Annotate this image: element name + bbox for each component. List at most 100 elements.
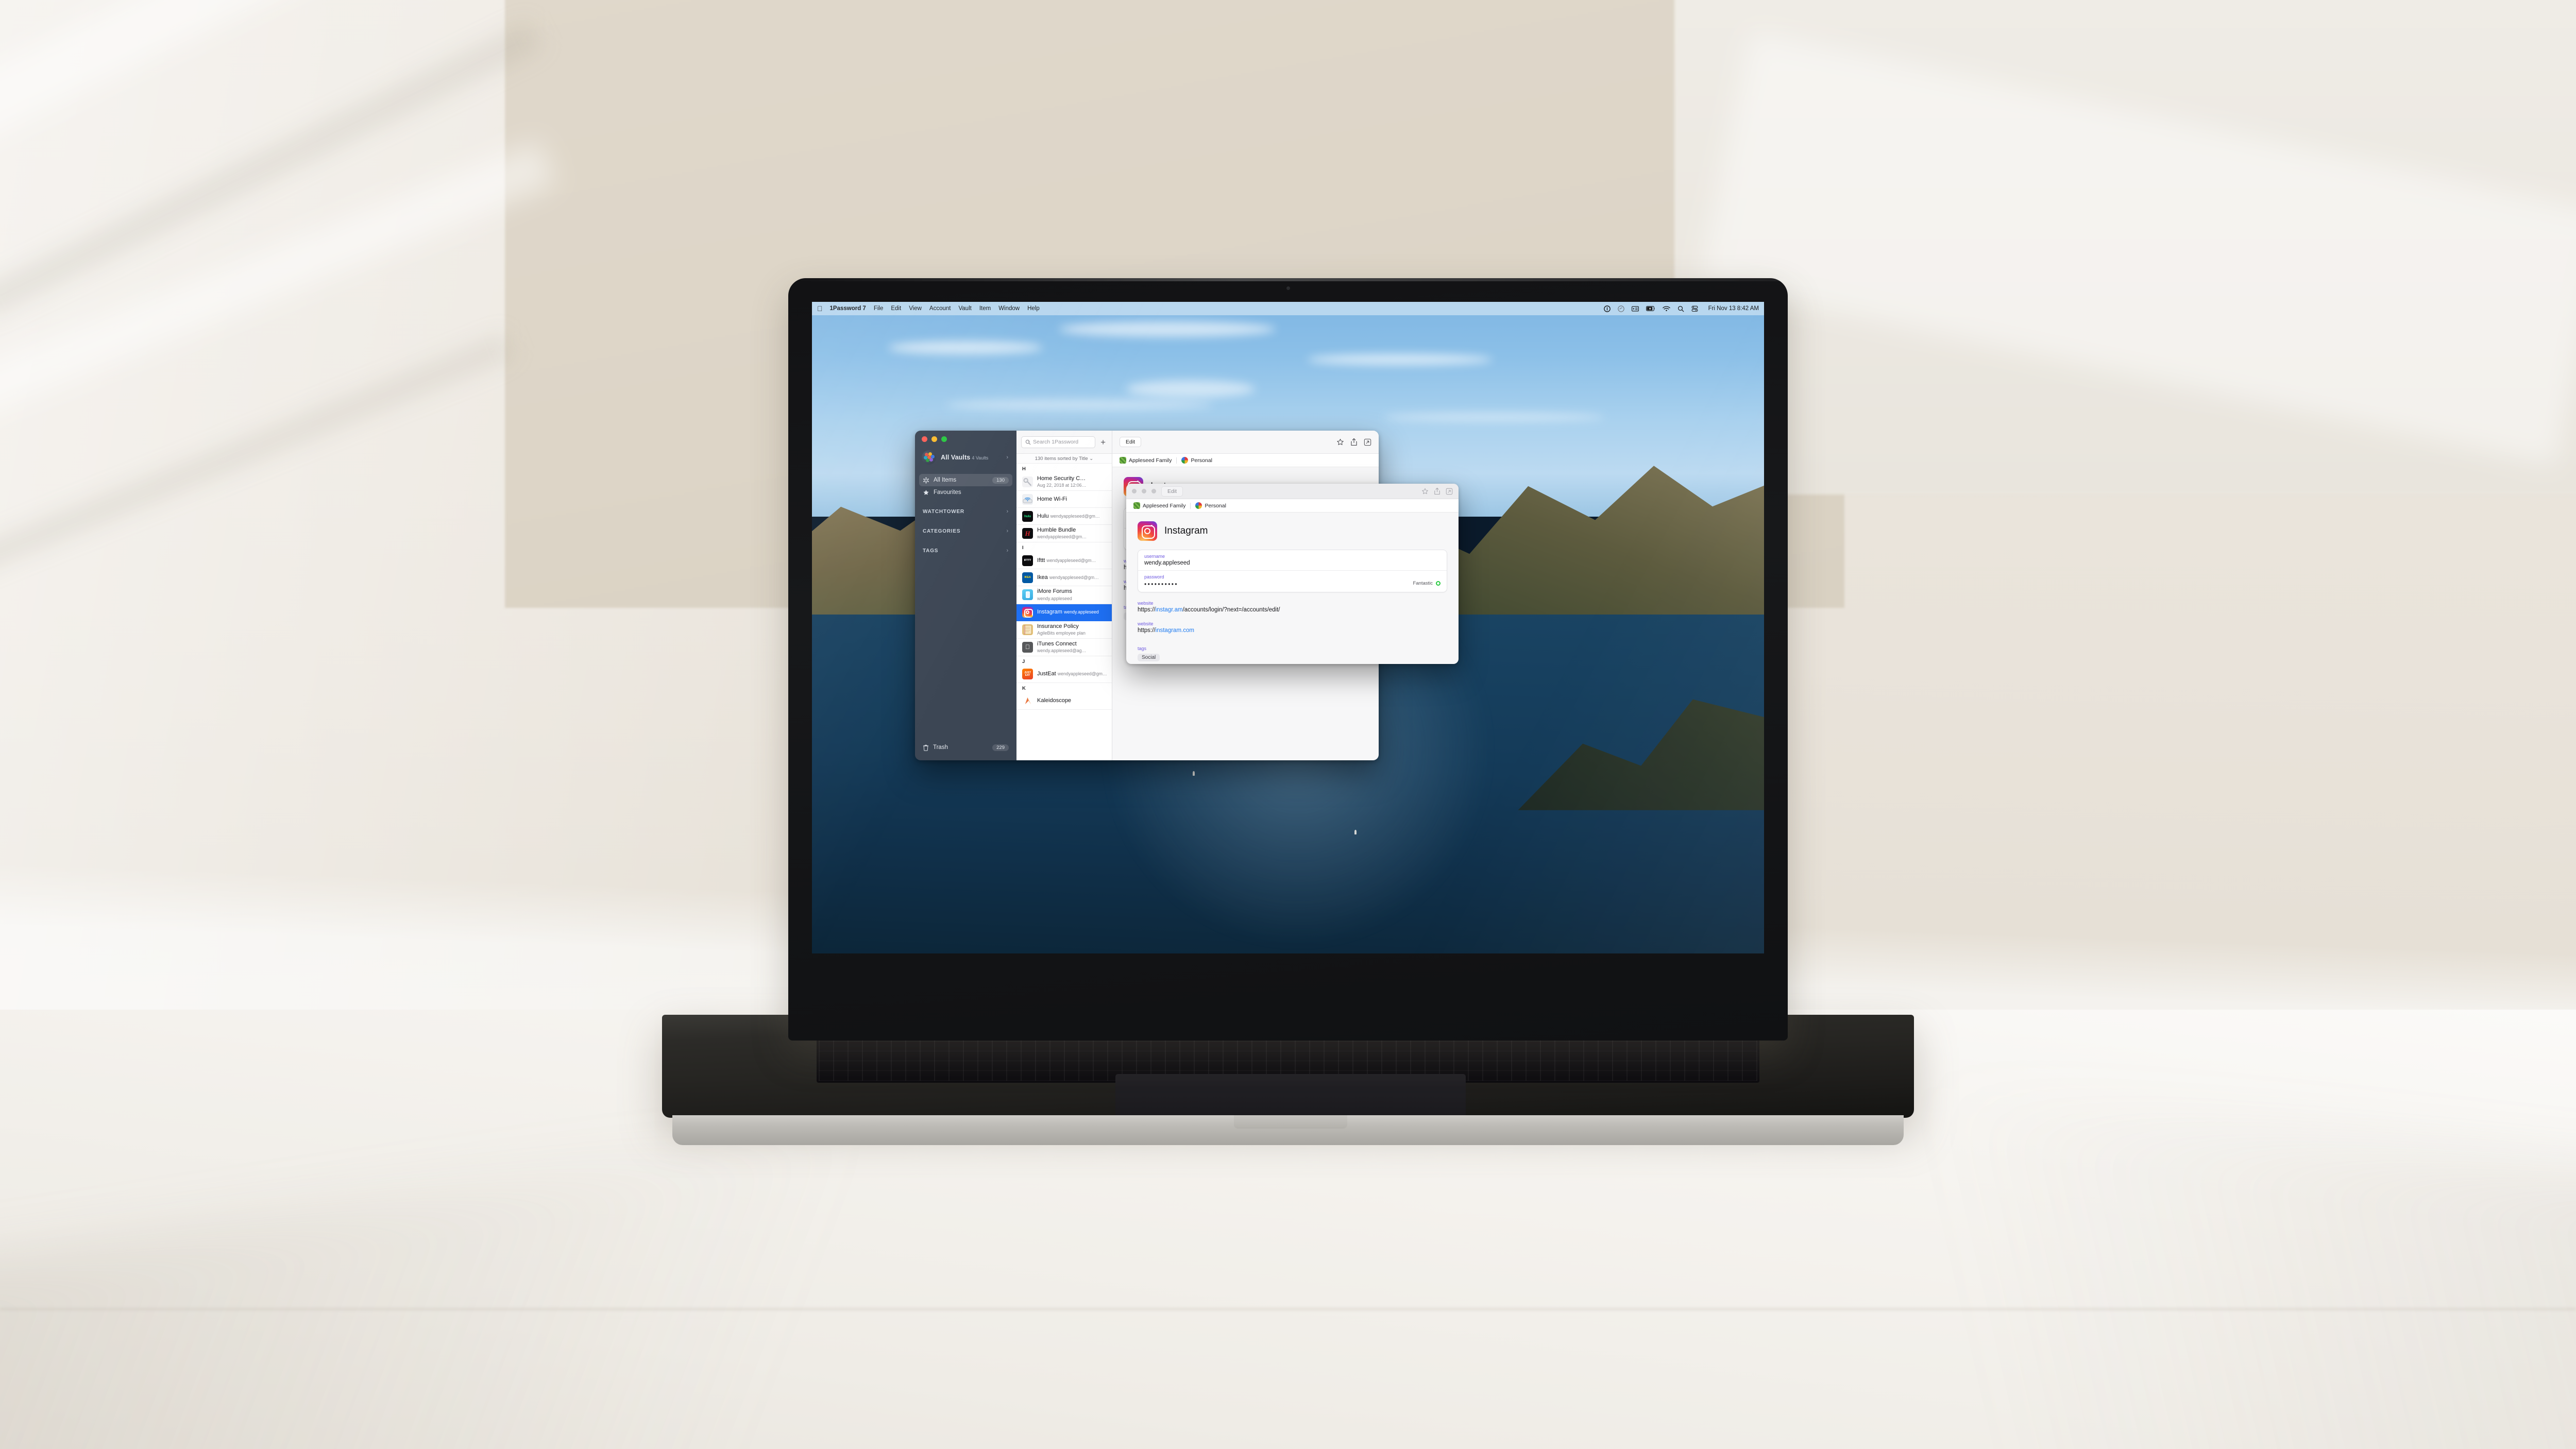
sidebar-item-trash[interactable]: Trash 229 [919,741,1012,754]
chevron-right-icon[interactable]: › [1007,528,1009,534]
add-item-button[interactable]: + [1099,438,1107,447]
open-in-new-window-icon[interactable] [1364,438,1371,446]
close-button[interactable] [1132,489,1137,493]
itunes-connect-icon:  [1022,641,1033,653]
vault-tab-personal[interactable]: Personal [1181,457,1212,464]
menu-item-item[interactable]: Item [979,305,991,312]
chevron-right-icon[interactable]: › [1007,548,1009,554]
favorite-star-icon[interactable] [1421,488,1429,495]
sidebar-group-categories[interactable]: CATEGORIES › [919,524,1012,538]
list-item-title: JustEat [1037,671,1056,677]
tag-chip[interactable]: Social [1138,654,1160,661]
lid-highlight [788,278,1788,281]
strength-dot-icon [1436,581,1440,586]
list-item[interactable]: IFTTT Ifttt wendyappleseed@gm… [1016,552,1112,570]
macos-menu-bar[interactable]:  1Password 7 File Edit View Account Vau… [812,302,1764,315]
list-item[interactable]:  iTunes Connect wendy.appleseed@ag… [1016,639,1112,656]
detail-body: Instagram username wendy.appleseed passw… [1126,513,1459,661]
list-item[interactable]: Home Wi-Fi [1016,491,1112,508]
open-in-new-window-icon[interactable] [1446,488,1453,495]
all-items-count-badge: 130 [992,476,1009,484]
sidebar-group-tags[interactable]: TAGS › [919,544,1012,557]
list-item-title: Kaleidoscope [1037,697,1072,704]
minimize-button[interactable] [1142,489,1146,493]
field-label: website [1138,621,1154,626]
note-icon [1022,624,1033,635]
apple-logo-icon[interactable]:  [817,305,823,312]
vault-tab-appleseed-family[interactable]: Appleseed Family [1133,502,1185,509]
chevron-right-icon[interactable]: › [1007,508,1009,515]
sidebar-primary-rows: All Items 130 Favourites [915,474,1016,499]
edit-button[interactable]: Edit [1161,486,1183,497]
vault-switcher[interactable]: All Vaults 4 Vaults › [915,442,1016,465]
float-toolbar: Edit [1126,484,1459,499]
control-center-icon[interactable] [1691,305,1698,312]
boat [1193,771,1195,776]
list-item-instagram[interactable]: ★ Instagram wendy.appleseed [1016,604,1112,621]
onepassword-menu-icon[interactable] [1603,305,1611,312]
menu-item-window[interactable]: Window [998,305,1020,312]
search-input[interactable]: Search 1Password [1021,436,1096,448]
list-item[interactable]: hulu Hulu wendyappleseed@gm… [1016,508,1112,525]
minimize-button[interactable] [931,436,937,442]
sidebar-item-all-items[interactable]: All Items 130 [919,474,1012,486]
list-item[interactable]: H Humble Bundle wendyappleseed@gm… [1016,525,1112,543]
vault-tab-label: Personal [1191,457,1212,464]
edit-button[interactable]: Edit [1120,437,1142,447]
menu-item-account[interactable]: Account [929,305,951,312]
appleseed-family-vault-icon [1120,457,1126,464]
list-item[interactable]: Insurance Policy AgileBits employee plan [1016,621,1112,639]
list-item[interactable]: Home Security C… Aug 22, 2018 at 12:06… [1016,473,1112,491]
creative-cloud-icon[interactable] [1617,305,1624,312]
menu-item-help[interactable]: Help [1027,305,1040,312]
list-item-text: Humble Bundle wendyappleseed@gm… [1037,527,1108,540]
sidebar-item-favourites[interactable]: Favourites [919,486,1012,499]
wifi-icon[interactable] [1662,306,1670,312]
menu-item-app[interactable]: 1Password 7 [830,305,866,312]
vault-switcher-text: All Vaults 4 Vaults [941,454,988,461]
star-icon [923,489,929,495]
website-field-2[interactable]: website https://instagram.com [1138,621,1447,634]
list-item[interactable]: JUST EAT JustEat wendyappleseed@gm… [1016,666,1112,683]
sidebar-group-watchtower[interactable]: WATCHTOWER › [919,505,1012,518]
battery-charging-icon[interactable] [1646,306,1655,311]
maximize-button[interactable] [941,436,947,442]
trash-count-badge: 229 [992,744,1009,751]
sidebar-item-label: All Items [934,477,957,483]
menu-item-edit[interactable]: Edit [891,305,901,312]
tags-section: tags Social [1138,646,1447,661]
menu-item-view[interactable]: View [909,305,922,312]
menu-item-file[interactable]: File [874,305,884,312]
field-label: username [1144,554,1165,559]
window-traffic-lights[interactable] [915,431,1016,442]
favorite-star-icon[interactable] [1336,438,1344,446]
onepassword-item-window[interactable]: Edit Appleseed Family Personal Instagram… [1126,484,1459,664]
list-item[interactable]: iMore Forums wendy.appleseed [1016,586,1112,604]
close-button[interactable] [922,436,927,442]
maximize-button[interactable] [1151,489,1156,493]
share-icon[interactable] [1350,438,1358,446]
list-item-title: Home Security C… [1037,475,1086,482]
website-value: https://instagram.com [1138,627,1194,634]
password-field-row[interactable]: password •••••••••• Fantastic [1138,570,1447,592]
vault-tab-appleseed-family[interactable]: Appleseed Family [1120,457,1172,464]
list-item[interactable]: Kaleidoscope [1016,693,1112,710]
menubar-clock[interactable]: Fri Nov 13 8:42 AM [1708,305,1759,312]
menu-item-vault[interactable]: Vault [958,305,971,312]
spotlight-search-icon[interactable] [1677,305,1684,312]
display-icon[interactable] [1631,306,1639,312]
website-host[interactable]: instagram.com [1156,627,1194,634]
trackpad[interactable] [1115,1074,1466,1120]
cloud [945,399,1213,410]
list-item[interactable]: IKEA Ikea wendyappleseed@gm… [1016,569,1112,587]
username-field-row[interactable]: username wendy.appleseed [1138,550,1447,570]
chevron-right-icon[interactable]: › [1006,454,1010,461]
website-host[interactable]: instagr.am [1156,607,1183,613]
vault-tab-personal[interactable]: Personal [1195,502,1226,509]
list-item-title: iTunes Connect [1037,640,1077,647]
sort-control[interactable]: 130 items sorted by Title ⌄ [1016,454,1112,464]
share-icon[interactable] [1434,487,1440,495]
website-field-1[interactable]: website https://instagr.am/accounts/logi… [1138,601,1447,613]
all-items-icon [923,477,929,483]
list-item-text: Home Wi-Fi [1037,496,1108,503]
